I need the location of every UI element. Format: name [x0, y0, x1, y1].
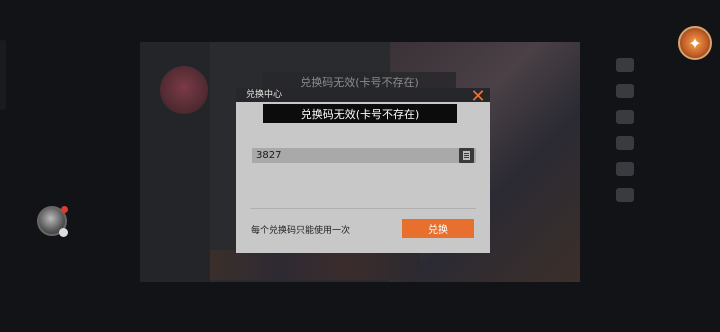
avatar-badge-icon: [59, 228, 68, 237]
divider: [250, 208, 476, 209]
error-toast: 兑换码无效(卡号不存在): [263, 104, 457, 123]
dialog-title: 兑换中心: [246, 90, 283, 100]
side-tab-handle[interactable]: [0, 40, 6, 110]
menu-icon-3[interactable]: [616, 110, 634, 124]
menu-icon-2[interactable]: [616, 84, 634, 98]
menu-icon-1[interactable]: [616, 58, 634, 72]
paste-icon[interactable]: [459, 148, 474, 163]
game-logo-icon[interactable]: ✦: [678, 26, 712, 60]
menu-icon-6[interactable]: [616, 188, 634, 202]
profile-avatar: [160, 66, 208, 114]
menu-icon-4[interactable]: [616, 136, 634, 150]
menu-icon-5[interactable]: [616, 162, 634, 176]
redeem-code-input[interactable]: [252, 148, 476, 163]
right-menu-column: [606, 48, 644, 238]
notification-dot: [61, 206, 68, 213]
redeem-button[interactable]: 兑换: [402, 219, 474, 238]
close-icon[interactable]: ✕: [470, 88, 486, 106]
character-card-strip: [210, 250, 420, 280]
usage-hint: 每个兑换码只能使用一次: [251, 226, 351, 236]
